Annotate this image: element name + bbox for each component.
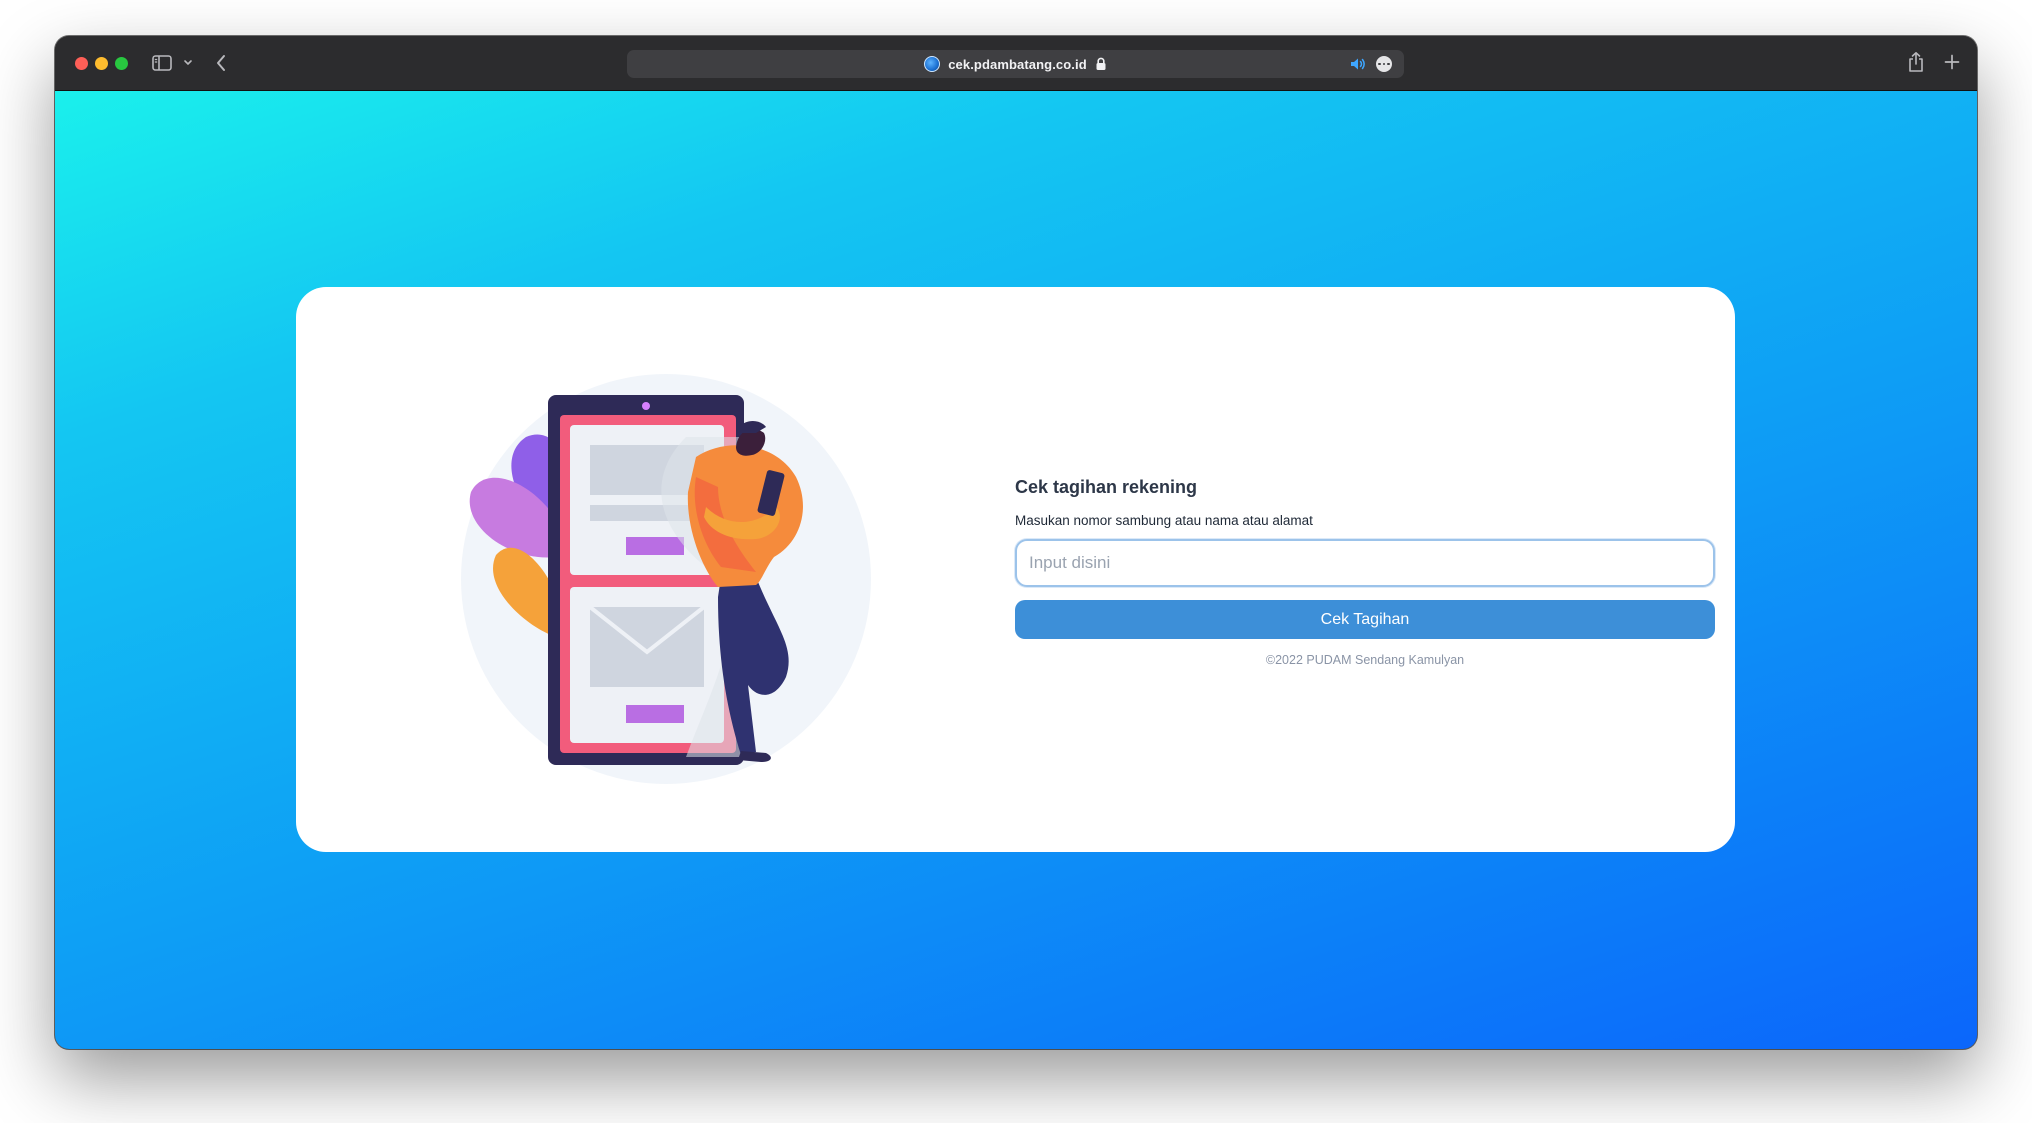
- url-text: cek.pdambatang.co.id: [948, 56, 1087, 72]
- address-bar[interactable]: cek.pdambatang.co.id: [627, 50, 1404, 78]
- chevron-left-icon[interactable]: [211, 51, 231, 75]
- billing-check-card: Cek tagihan rekening Masukan nomor sambu…: [296, 287, 1735, 852]
- share-icon[interactable]: [1905, 49, 1927, 75]
- browser-toolbar: cek.pdambatang.co.id: [55, 36, 1977, 91]
- more-icon[interactable]: [1376, 56, 1392, 72]
- phone-person-illustration: [461, 374, 871, 784]
- speaker-icon[interactable]: [1350, 57, 1366, 71]
- chevron-down-icon[interactable]: [181, 53, 195, 73]
- maximize-window-button[interactable]: [115, 57, 128, 70]
- minimize-window-button[interactable]: [95, 57, 108, 70]
- site-favicon-icon: [924, 56, 941, 72]
- search-input[interactable]: [1015, 539, 1715, 587]
- form-title: Cek tagihan rekening: [1015, 477, 1198, 497]
- search-field-label: Masukan nomor sambung atau nama atau ala…: [1015, 513, 1313, 528]
- page-viewport: Cek tagihan rekening Masukan nomor sambu…: [55, 91, 1977, 1049]
- plus-icon[interactable]: [1941, 51, 1963, 73]
- check-bill-button[interactable]: Cek Tagihan: [1015, 600, 1715, 639]
- lock-icon: [1096, 57, 1106, 70]
- sidebar-icon[interactable]: [151, 53, 173, 73]
- close-window-button[interactable]: [75, 57, 88, 70]
- browser-window: cek.pdambatang.co.id Cek tagihan rekenin…: [55, 36, 1977, 1049]
- copyright-text: ©2022 PUDAM Sendang Kamulyan: [1265, 653, 1465, 667]
